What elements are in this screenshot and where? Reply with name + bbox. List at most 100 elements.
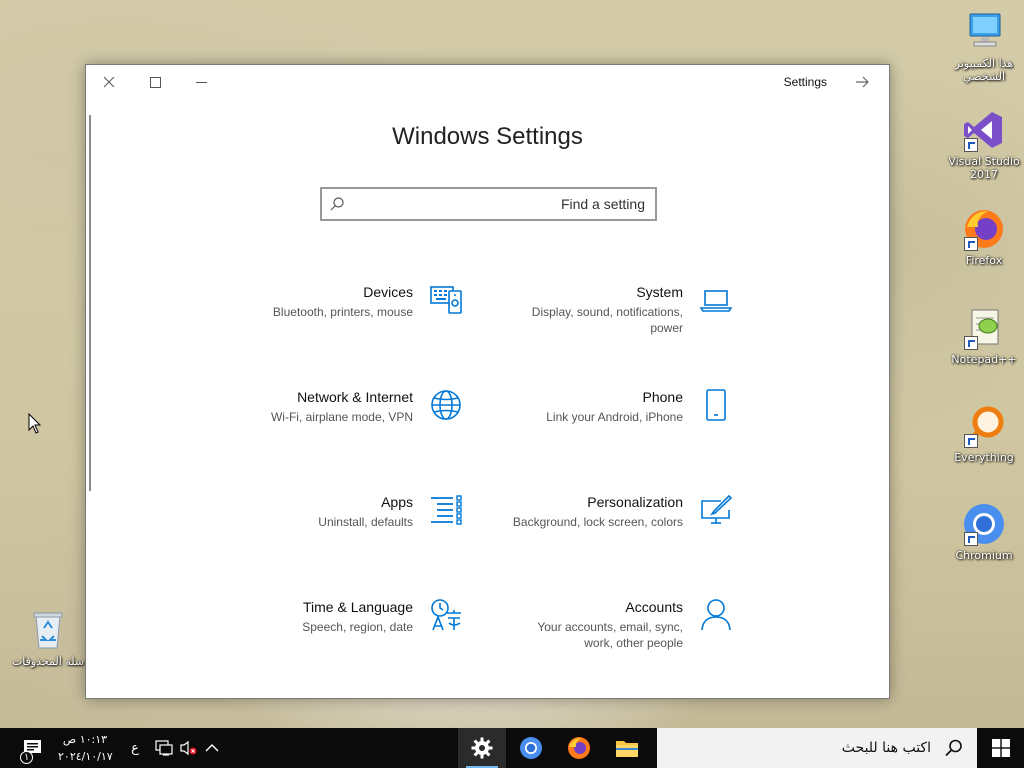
taskbar-app-settings[interactable] — [458, 728, 506, 768]
back-button[interactable] — [847, 71, 877, 93]
laptop-icon — [699, 283, 733, 317]
network-tray-button[interactable] — [152, 728, 176, 768]
computer-icon — [962, 10, 1006, 54]
notepad-plus-plus-icon — [962, 306, 1006, 350]
network-monitor-icon — [155, 740, 173, 756]
volume-muted-icon — [180, 740, 197, 756]
close-button[interactable] — [86, 65, 132, 99]
shortcut-arrow-icon — [964, 138, 978, 152]
tile-personalization[interactable]: Personalization Background, lock screen,… — [493, 493, 733, 557]
shortcut-arrow-icon — [964, 532, 978, 546]
input-language-indicator[interactable]: ع — [124, 728, 146, 768]
firefox-icon — [962, 207, 1006, 251]
tile-subtitle: Background, lock screen, colors — [512, 515, 683, 529]
taskbar-search-input[interactable] — [657, 728, 977, 768]
tile-title: Accounts — [625, 599, 683, 615]
desktop-icon-label: سلة المحذوفات — [11, 655, 85, 668]
tile-subtitle: Link your Android, iPhone — [546, 410, 683, 424]
desktop-icon-label: Notepad++ — [951, 353, 1017, 366]
desktop-icon-label: هذا الكمبيوتر الشخصي — [954, 57, 1014, 83]
phone-icon — [699, 388, 733, 422]
shortcut-arrow-icon — [964, 237, 978, 251]
tile-subtitle: Bluetooth, printers, mouse — [272, 305, 413, 319]
desktop-icon-this-pc[interactable]: هذا الكمبيوتر الشخصي — [946, 10, 1022, 83]
settings-search-box[interactable] — [320, 187, 657, 221]
taskbar-app-chromium[interactable] — [508, 728, 554, 768]
taskbar: ١ ١٠:١٣ ص ٢٠٢٤/١٠/١٧ ع — [0, 728, 1024, 768]
start-button[interactable] — [977, 728, 1024, 768]
search-icon — [945, 739, 962, 757]
desktop-icon-recycle-bin[interactable]: سلة المحذوفات — [10, 608, 86, 668]
taskbar-app-firefox[interactable] — [556, 728, 602, 768]
settings-gear-icon — [471, 737, 493, 759]
chevron-up-icon — [205, 744, 219, 752]
search-input[interactable] — [322, 189, 655, 219]
tile-title: Network & Internet — [297, 389, 413, 405]
shortcut-arrow-icon — [964, 336, 978, 350]
chromium-icon — [962, 502, 1006, 546]
tile-title: Devices — [363, 284, 413, 300]
firefox-icon — [568, 737, 590, 759]
tile-system[interactable]: System Display, sound, notifications, po… — [493, 283, 733, 347]
page-title: Windows Settings — [392, 123, 583, 150]
search-icon — [330, 197, 344, 211]
clock[interactable]: ١٠:١٣ ص ٢٠٢٤/١٠/١٧ — [58, 731, 113, 765]
tile-title: Apps — [381, 494, 413, 510]
tile-title: Time & Language — [303, 599, 413, 615]
clock-time: ١٠:١٣ ص — [62, 733, 108, 746]
desktop-icon-label: Everything — [954, 451, 1014, 464]
desktop-icon-chromium[interactable]: Chromium — [946, 502, 1022, 562]
tile-devices[interactable]: Devices Bluetooth, printers, mouse — [223, 283, 463, 347]
scrollbar[interactable] — [89, 115, 91, 491]
settings-window: Settings Windows Settings Devices Blueto… — [85, 64, 890, 699]
desktop-icon-firefox[interactable]: Firefox — [946, 207, 1022, 267]
apps-list-icon — [429, 493, 463, 527]
person-icon — [699, 598, 733, 632]
tile-subtitle: Display, sound, notifications, power — [531, 305, 683, 335]
tile-subtitle: Your accounts, email, sync, work, other … — [537, 620, 683, 650]
desktop-icon-label: Chromium — [955, 549, 1013, 562]
windows-logo-icon — [991, 739, 1010, 757]
chromium-icon — [520, 737, 542, 759]
desktop-icon-visual-studio[interactable]: Visual Studio 2017 — [946, 108, 1022, 181]
everything-search-icon — [962, 404, 1006, 448]
globe-icon — [429, 388, 463, 422]
tile-time-language[interactable]: Time & Language Speech, region, date — [223, 598, 463, 662]
folder-icon — [616, 741, 638, 757]
tile-accounts[interactable]: Accounts Your accounts, email, sync, wor… — [493, 598, 733, 662]
minimize-icon — [195, 81, 207, 83]
tile-title: System — [636, 284, 683, 300]
window-title: Settings — [783, 75, 827, 89]
shortcut-arrow-icon — [964, 434, 978, 448]
tile-network-internet[interactable]: Network & Internet Wi-Fi, airplane mode,… — [223, 388, 463, 452]
tile-title: Personalization — [587, 494, 683, 510]
desktop-icon-everything[interactable]: Everything — [946, 404, 1022, 464]
taskbar-search-box[interactable] — [657, 728, 977, 768]
paint-monitor-icon — [699, 493, 733, 527]
title-bar: Settings — [86, 65, 889, 99]
tile-apps[interactable]: Apps Uninstall, defaults — [223, 493, 463, 557]
desktop-icon-notepad-plus-plus[interactable]: Notepad++ — [946, 306, 1022, 366]
recycle-bin-icon — [26, 608, 70, 652]
minimize-button[interactable] — [178, 65, 224, 99]
tile-title: Phone — [642, 389, 683, 405]
mouse-cursor-icon — [28, 413, 42, 434]
action-center-button[interactable]: ١ — [14, 728, 50, 768]
desktop-icon-label: Firefox — [965, 254, 1003, 267]
tile-phone[interactable]: Phone Link your Android, iPhone — [493, 388, 733, 452]
close-icon — [103, 76, 115, 88]
tile-subtitle: Speech, region, date — [302, 620, 413, 634]
maximize-icon — [149, 76, 161, 88]
clock-date: ٢٠٢٤/١٠/١٧ — [58, 750, 113, 763]
time-language-icon — [429, 598, 463, 632]
arrow-right-icon — [856, 76, 869, 88]
maximize-button[interactable] — [132, 65, 178, 99]
show-hidden-icons-button[interactable] — [200, 728, 224, 768]
taskbar-app-file-explorer[interactable] — [604, 728, 650, 768]
volume-tray-button[interactable] — [176, 728, 200, 768]
desktop-icon-label: Visual Studio 2017 — [948, 155, 1020, 181]
tile-subtitle: Wi-Fi, airplane mode, VPN — [270, 410, 413, 424]
notification-badge: ١ — [20, 751, 34, 764]
devices-icon — [429, 283, 463, 317]
visual-studio-icon — [962, 108, 1006, 152]
